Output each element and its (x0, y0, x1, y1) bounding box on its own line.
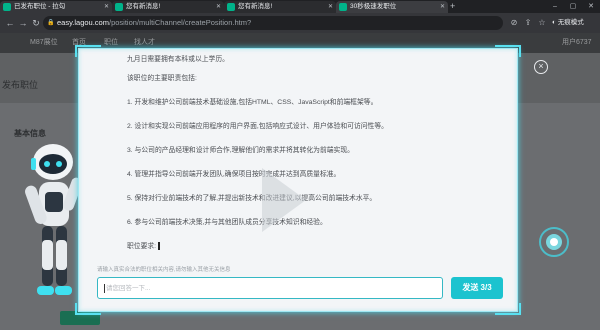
window-close-icon[interactable]: ✕ (584, 0, 598, 13)
page-title: 发布职位 (2, 80, 39, 90)
close-tab-icon[interactable]: ✕ (104, 1, 109, 13)
browser-tab-active[interactable]: 30秒极速发职位 ✕ (336, 1, 448, 13)
eye-off-icon[interactable]: ⊘ (508, 16, 520, 30)
requirements-label: 职位要求: (127, 243, 157, 250)
minimize-icon[interactable]: – (548, 0, 562, 13)
input-caret (104, 283, 105, 293)
play-icon (262, 168, 306, 232)
share-icon[interactable]: ⇪ (522, 16, 534, 30)
frame-corner (495, 303, 521, 315)
url-host: easy.lagou.com (57, 18, 109, 27)
tab-label: 30秒极速发职位 (350, 3, 397, 10)
section-title: 基本信息 (14, 129, 46, 138)
incognito-indicator[interactable]: ◐ 无痕模式 (552, 16, 584, 30)
browser-tab[interactable]: 您有新消息! ✕ (224, 1, 336, 13)
requirements-line: 职位要求: (127, 242, 161, 251)
lagou-favicon-icon (227, 3, 235, 11)
duty-item: 1. 开发和维护公司前端技术基础设施,包括HTML、CSS、JavaScript… (127, 99, 378, 106)
nav-item[interactable]: M87展位 (30, 33, 58, 53)
lock-icon: 🔒 (47, 20, 55, 26)
typing-cursor (158, 242, 161, 251)
answer-input[interactable]: 请您回答一下... (97, 277, 443, 299)
duty-item: 2. 设计和实现公司前端应用程序的用户界面,包括响应式设计、用户体验和可访问性等… (127, 123, 388, 130)
forward-icon[interactable]: → (16, 16, 30, 30)
description-heading: 该职位的主要职责包括: (127, 75, 197, 82)
frame-corner (75, 45, 101, 57)
browser-tab[interactable]: 您有新消息! ✕ (112, 1, 224, 13)
duty-item: 4. 管理并指导公司前端开发团队,确保项目按时完成并达到高质量标准。 (127, 171, 341, 178)
user-menu[interactable]: 用户6737 (562, 33, 592, 53)
lagou-favicon-icon (3, 3, 11, 11)
maximize-icon[interactable]: ▢ (566, 0, 580, 13)
description-line: 九月日需要拥有本科或以上学历。 (127, 56, 229, 63)
input-placeholder: 请您回答一下... (106, 285, 151, 292)
browser-tab[interactable]: 已发布职位 - 拉勾 ✕ (0, 1, 112, 13)
lagou-favicon-icon (115, 3, 123, 11)
frame-corner (495, 45, 521, 57)
glowing-orb-icon (539, 227, 569, 257)
close-tab-icon[interactable]: ✕ (440, 1, 445, 13)
star-icon[interactable]: ☆ (536, 16, 548, 30)
browser-toolbar: ← → ↻ 🔒 easy.lagou.com/position/multiCha… (0, 13, 600, 33)
address-bar[interactable]: 🔒 easy.lagou.com/position/multiChannel/c… (43, 16, 503, 30)
reload-icon[interactable]: ↻ (29, 16, 43, 30)
duty-item: 3. 与公司的产品经理和设计师合作,理解他们的需求并将其转化为前端实现。 (127, 147, 354, 154)
browser-tab-strip: 已发布职位 - 拉勾 ✕ 您有新消息! ✕ 您有新消息! ✕ 30秒极速发职位 … (0, 0, 600, 13)
close-tab-icon[interactable]: ✕ (216, 1, 221, 13)
incognito-label: 无痕模式 (557, 19, 584, 26)
tab-label: 已发布职位 - 拉勾 (14, 3, 66, 10)
input-hint: 请输入真实合法的职位相关内容,请勿输入其他无关信息 (97, 267, 231, 273)
close-tab-icon[interactable]: ✕ (328, 1, 333, 13)
tab-label: 您有新消息! (126, 3, 161, 10)
new-tab-icon[interactable]: + (450, 0, 455, 13)
lagou-favicon-icon (339, 3, 347, 11)
send-button[interactable]: 发送 3/3 (451, 277, 503, 299)
close-dialog-icon[interactable]: × (534, 60, 548, 74)
back-icon[interactable]: ← (3, 16, 17, 30)
frame-corner (75, 303, 101, 315)
url-path: /position/multiChannel/createPosition.ht… (108, 18, 252, 27)
duty-item: 5. 保持对行业前端技术的了解,并提出新技术和改进建议,以提高公司前端技术水平。 (127, 195, 377, 202)
tab-label: 您有新消息! (238, 3, 273, 10)
